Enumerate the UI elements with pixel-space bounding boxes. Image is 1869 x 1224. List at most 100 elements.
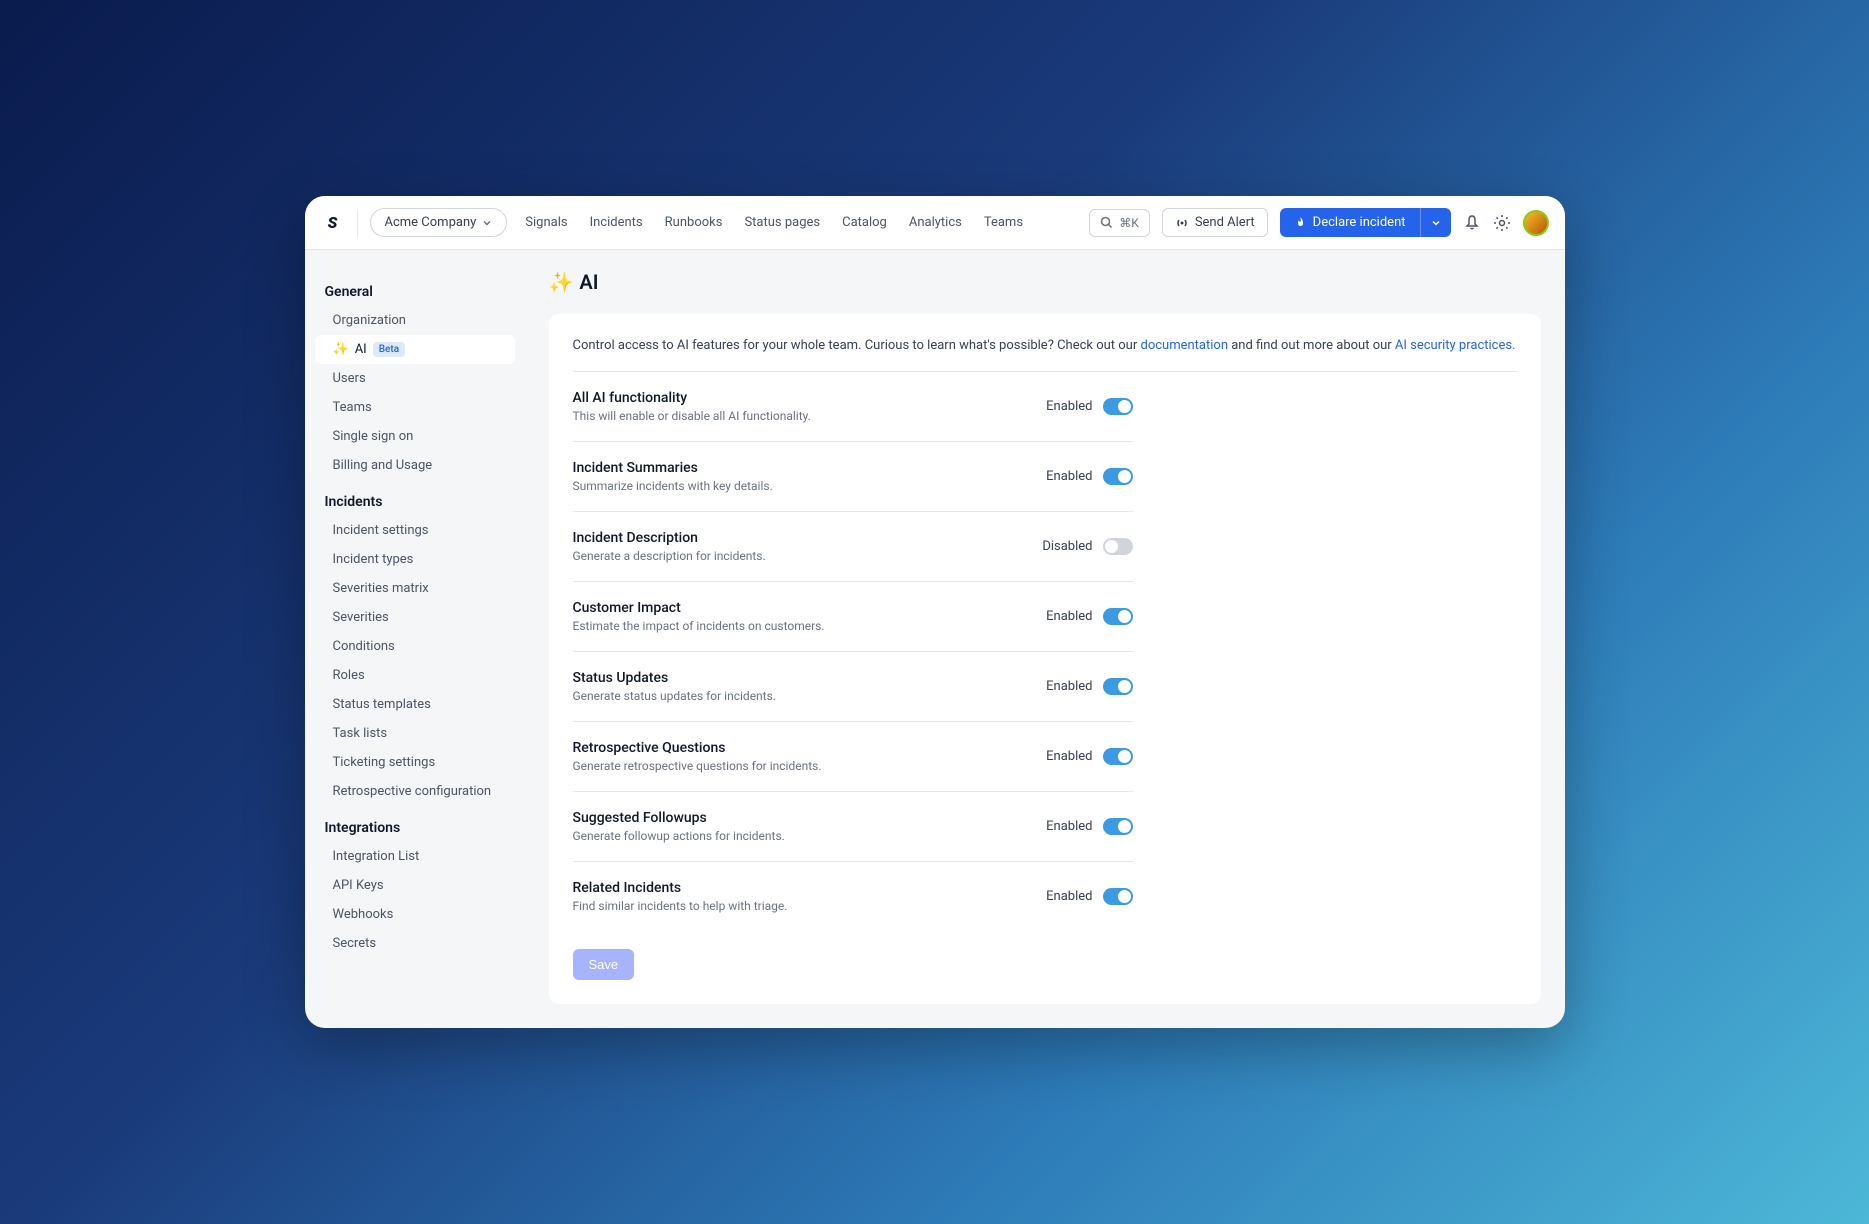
toggle-incident-summaries[interactable] bbox=[1103, 468, 1133, 485]
setting-description: Generate status updates for incidents. bbox=[573, 689, 1047, 703]
sidebar-item-label: Single sign on bbox=[333, 429, 414, 444]
fire-icon bbox=[1294, 216, 1307, 229]
toggle-customer-impact[interactable] bbox=[1103, 608, 1133, 625]
main-layout: GeneralOrganization✨AIBetaUsersTeamsSing… bbox=[305, 250, 1565, 1028]
setting-right: Enabled bbox=[1046, 818, 1132, 835]
user-avatar[interactable] bbox=[1523, 210, 1549, 236]
setting-title: Customer Impact bbox=[573, 600, 1047, 616]
sidebar-item-incident-settings[interactable]: Incident settings bbox=[315, 516, 515, 545]
setting-description: Summarize incidents with key details. bbox=[573, 479, 1047, 493]
security-practices-link[interactable]: AI security practices. bbox=[1395, 338, 1516, 353]
nav-catalog[interactable]: Catalog bbox=[842, 215, 887, 230]
documentation-link[interactable]: documentation bbox=[1140, 338, 1228, 353]
toggle-retrospective-questions[interactable] bbox=[1103, 748, 1133, 765]
send-alert-label: Send Alert bbox=[1195, 215, 1255, 230]
chevron-down-icon bbox=[1431, 218, 1441, 228]
toggle-incident-description[interactable] bbox=[1103, 538, 1133, 555]
setting-title: Suggested Followups bbox=[573, 810, 1047, 826]
setting-title: Retrospective Questions bbox=[573, 740, 1047, 756]
declare-incident-dropdown[interactable] bbox=[1420, 208, 1451, 237]
intro-text: Control access to AI features for your w… bbox=[573, 338, 1517, 372]
bell-icon bbox=[1463, 214, 1481, 232]
sidebar-item-roles[interactable]: Roles bbox=[315, 661, 515, 690]
setting-row-retrospective-questions: Retrospective Questions Generate retrospe… bbox=[573, 722, 1133, 792]
setting-left: Status Updates Generate status updates fo… bbox=[573, 670, 1047, 703]
sidebar-item-severities-matrix[interactable]: Severities matrix bbox=[315, 574, 515, 603]
company-selector[interactable]: Acme Company bbox=[370, 208, 508, 237]
toggle-knob bbox=[1118, 400, 1131, 413]
company-name: Acme Company bbox=[385, 215, 477, 230]
toggle-knob bbox=[1118, 890, 1131, 903]
sidebar-item-users[interactable]: Users bbox=[315, 364, 515, 393]
nav-signals[interactable]: Signals bbox=[525, 215, 567, 230]
sidebar-item-label: Integration List bbox=[333, 849, 420, 864]
sidebar-section-incidents: Incidents bbox=[315, 488, 515, 516]
toggle-all-ai-functionality[interactable] bbox=[1103, 398, 1133, 415]
sidebar-item-single-sign-on[interactable]: Single sign on bbox=[315, 422, 515, 451]
nav-runbooks[interactable]: Runbooks bbox=[665, 215, 723, 230]
save-button[interactable]: Save bbox=[573, 949, 635, 980]
sidebar-item-label: Organization bbox=[333, 313, 406, 328]
send-alert-button[interactable]: Send Alert bbox=[1162, 208, 1268, 237]
sidebar-item-label: Severities matrix bbox=[333, 581, 429, 596]
sidebar-item-organization[interactable]: Organization bbox=[315, 306, 515, 335]
sidebar-item-teams[interactable]: Teams bbox=[315, 393, 515, 422]
nav-teams[interactable]: Teams bbox=[984, 215, 1023, 230]
sidebar-item-api-keys[interactable]: API Keys bbox=[315, 871, 515, 900]
status-label: Disabled bbox=[1042, 539, 1092, 554]
toggle-knob bbox=[1118, 470, 1131, 483]
sidebar-item-label: Conditions bbox=[333, 639, 395, 654]
nav-status-pages[interactable]: Status pages bbox=[744, 215, 820, 230]
notifications-button[interactable] bbox=[1463, 214, 1481, 232]
search-button[interactable]: ⌘K bbox=[1089, 209, 1150, 237]
status-label: Enabled bbox=[1046, 609, 1092, 624]
sidebar-item-incident-types[interactable]: Incident types bbox=[315, 545, 515, 574]
nav-links: Signals Incidents Runbooks Status pages … bbox=[525, 215, 1077, 230]
sidebar-item-task-lists[interactable]: Task lists bbox=[315, 719, 515, 748]
declare-incident-button[interactable]: Declare incident bbox=[1280, 208, 1420, 237]
settings-button[interactable] bbox=[1493, 214, 1511, 232]
sidebar-item-integration-list[interactable]: Integration List bbox=[315, 842, 515, 871]
sidebar-item-label: Retrospective configuration bbox=[333, 784, 492, 799]
divider bbox=[357, 209, 358, 237]
page-title-text: AI bbox=[579, 270, 598, 294]
app-logo: S bbox=[321, 211, 345, 235]
toggle-knob bbox=[1118, 610, 1131, 623]
search-icon bbox=[1100, 216, 1113, 229]
toggle-related-incidents[interactable] bbox=[1103, 888, 1133, 905]
settings-card: Control access to AI features for your w… bbox=[549, 314, 1541, 1004]
search-shortcut: ⌘K bbox=[1119, 216, 1139, 230]
page-title: ✨ AI bbox=[549, 270, 1541, 294]
toggle-knob bbox=[1105, 540, 1118, 553]
toggle-knob bbox=[1118, 680, 1131, 693]
setting-right: Disabled bbox=[1042, 538, 1132, 555]
sidebar-item-label: Ticketing settings bbox=[333, 755, 436, 770]
sidebar-item-ticketing-settings[interactable]: Ticketing settings bbox=[315, 748, 515, 777]
setting-title: Status Updates bbox=[573, 670, 1047, 686]
setting-left: All AI functionalityThis will enable or … bbox=[573, 390, 1047, 423]
setting-description: Generate followup actions for incidents. bbox=[573, 829, 1047, 843]
sidebar-item-label: Users bbox=[333, 371, 366, 386]
setting-description: This will enable or disable all AI funct… bbox=[573, 409, 1047, 423]
toggle-status-updates[interactable] bbox=[1103, 678, 1133, 695]
sidebar-item-retrospective-configuration[interactable]: Retrospective configuration bbox=[315, 777, 515, 806]
sidebar-item-secrets[interactable]: Secrets bbox=[315, 929, 515, 958]
setting-description: Generate retrospective questions for inc… bbox=[573, 759, 1047, 773]
status-label: Enabled bbox=[1046, 679, 1092, 694]
setting-title: Incident Description bbox=[573, 530, 1043, 546]
toggle-knob bbox=[1118, 820, 1131, 833]
status-label: Enabled bbox=[1046, 819, 1092, 834]
sidebar-item-status-templates[interactable]: Status templates bbox=[315, 690, 515, 719]
nav-incidents[interactable]: Incidents bbox=[590, 215, 643, 230]
sidebar-item-label: Webhooks bbox=[333, 907, 394, 922]
setting-description: Find similar incidents to help with tria… bbox=[573, 899, 1047, 913]
sidebar-item-conditions[interactable]: Conditions bbox=[315, 632, 515, 661]
status-label: Enabled bbox=[1046, 889, 1092, 904]
sidebar-item-label: Incident types bbox=[333, 552, 414, 567]
sidebar-item-billing-and-usage[interactable]: Billing and Usage bbox=[315, 451, 515, 480]
sidebar-item-ai[interactable]: ✨AIBeta bbox=[315, 335, 515, 364]
nav-analytics[interactable]: Analytics bbox=[909, 215, 962, 230]
toggle-suggested-followups[interactable] bbox=[1103, 818, 1133, 835]
sidebar-item-severities[interactable]: Severities bbox=[315, 603, 515, 632]
sidebar-item-webhooks[interactable]: Webhooks bbox=[315, 900, 515, 929]
